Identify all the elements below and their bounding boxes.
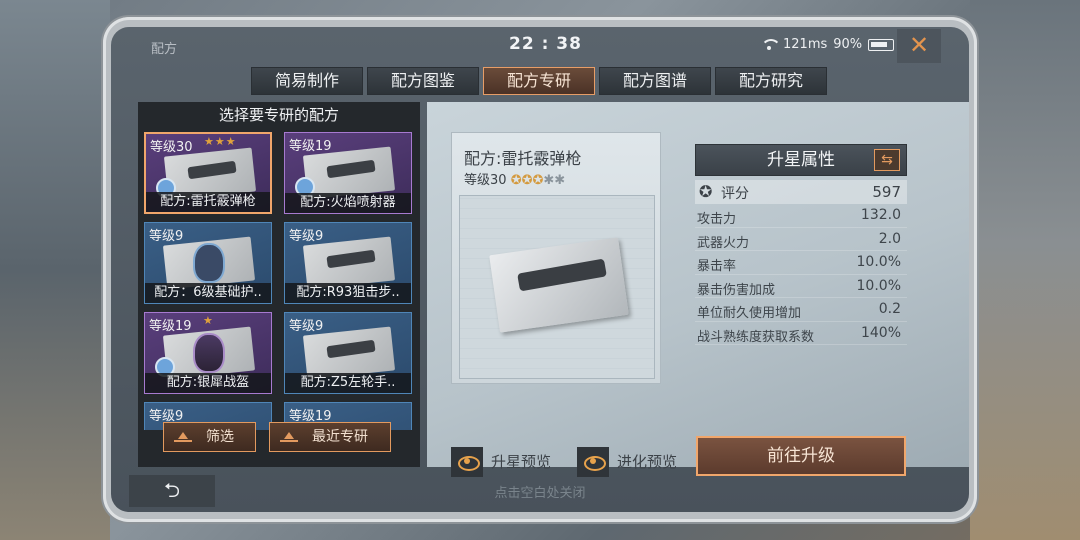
battery-icon — [868, 38, 895, 51]
tab-simple-craft[interactable]: 简易制作 — [251, 67, 363, 95]
background-left — [0, 0, 110, 540]
blueprint-preview — [459, 195, 655, 379]
window-title: 配方 — [151, 42, 178, 57]
recipe-title: 配方:雷托霰弹枪 — [464, 149, 582, 168]
attr-row: 单位耐久使用增加 0.2 — [695, 298, 907, 322]
card-level: 等级9 — [149, 229, 184, 244]
wifi-icon — [761, 38, 781, 51]
recipe-detail-panel: 配方:雷托霰弹枪 等级30 ✪✪✪✱✱ 升星属性 ⇆ ✪ 评分 597 攻击力 1… — [427, 102, 969, 477]
recipe-window: 配方 22 : 38 121ms 90% ✕ 简易制作 配方图鉴 配方专研 配方… — [111, 27, 969, 512]
recipe-card[interactable]: 等级19 ★ 配方:银犀战盔 — [144, 312, 272, 394]
star-attr-header: 升星属性 ⇆ — [695, 144, 907, 176]
evolve-preview-label: 进化预览 — [617, 453, 678, 471]
recipe-list-header: 选择要专研的配方 — [218, 106, 339, 124]
card-name: 配方:火焰喷射器 — [285, 193, 411, 213]
recipe-document: 配方:雷托霰弹枪 等级30 ✪✪✪✱✱ — [451, 132, 661, 384]
status-bar: 配方 22 : 38 121ms 90% ✕ — [111, 27, 969, 63]
go-upgrade-button[interactable]: 前往升级 — [696, 436, 906, 476]
tab-recipe-atlas[interactable]: 配方图谱 — [599, 67, 711, 95]
score-row: ✪ 评分 597 — [695, 180, 907, 204]
star-preview-label: 升星预览 — [491, 453, 552, 471]
tab-recipe-study[interactable]: 配方专研 — [483, 67, 595, 95]
recent-icon — [280, 432, 298, 442]
recipe-card[interactable]: 等级9 配方:Z5左轮手.. — [284, 312, 412, 394]
star-preview-button[interactable]: 升星预览 — [451, 447, 561, 479]
card-name: 配方:R93狙击步.. — [285, 283, 411, 303]
recipe-grid[interactable]: 等级30 ★★★ 配方:雷托霰弹枪 等级19 配方:火焰喷射器 等级9 配方：6… — [144, 130, 418, 430]
clock: 22 : 38 — [509, 34, 582, 54]
eye-icon — [577, 447, 609, 477]
ping-text: 121ms — [783, 37, 828, 52]
attr-row: 武器火力 2.0 — [695, 228, 907, 251]
card-stars: ★★★ — [204, 135, 237, 148]
evolve-preview-button[interactable]: 进化预览 — [577, 447, 687, 479]
score-label: 评分 — [721, 186, 749, 202]
card-level: 等级9 — [289, 229, 324, 244]
recent-study-button[interactable]: 最近专研 — [269, 422, 391, 452]
recipe-card[interactable]: 等级30 ★★★ 配方:雷托霰弹枪 — [144, 132, 272, 214]
close-button[interactable]: ✕ — [897, 29, 941, 63]
tab-recipe-catalog[interactable]: 配方图鉴 — [367, 67, 479, 95]
card-name: 配方:雷托霰弹枪 — [146, 192, 270, 212]
card-name: 配方:Z5左轮手.. — [285, 373, 411, 393]
battery-text: 90% — [833, 37, 863, 52]
empty-stars: ✱✱ — [543, 173, 566, 188]
background-right — [970, 0, 1080, 540]
recipe-level-text: 等级30 — [464, 173, 507, 188]
tab-bar: 简易制作 配方图鉴 配方专研 配方图谱 配方研究 — [251, 67, 827, 95]
score-value: 597 — [872, 183, 901, 201]
recipe-list-panel: 选择要专研的配方 等级30 ★★★ 配方:雷托霰弹枪 等级19 配方:火焰喷射器 — [138, 102, 420, 467]
network-status: 121ms 90% — [761, 37, 895, 52]
star-attributes: 升星属性 ⇆ ✪ 评分 597 攻击力 132.0 武器火力 2.0 暴击率 10.0… — [695, 144, 907, 345]
attr-row: 暴击伤害加成 10.0% — [695, 275, 907, 298]
swap-icon[interactable]: ⇆ — [874, 149, 900, 171]
eye-icon — [451, 447, 483, 477]
tab-recipe-research[interactable]: 配方研究 — [715, 67, 827, 95]
card-name: 配方：6级基础护.. — [145, 283, 271, 303]
armor-icon — [193, 243, 225, 283]
card-name: 配方:银犀战盔 — [145, 373, 271, 393]
attr-row: 攻击力 132.0 — [695, 204, 907, 228]
close-hint: 点击空白处关闭 — [494, 486, 586, 501]
card-level: 等级30 — [150, 140, 193, 155]
recipe-card[interactable]: 等级9 配方:R93狙击步.. — [284, 222, 412, 304]
star-attr-title: 升星属性 — [767, 150, 835, 170]
filled-stars: ✪✪✪ — [510, 173, 544, 188]
card-stars: ★ — [203, 314, 214, 327]
card-level: 等级9 — [289, 319, 324, 334]
filter-icon — [174, 432, 192, 442]
rating-star-icon: ✪ — [699, 182, 713, 201]
recipe-level: 等级30 ✪✪✪✱✱ — [464, 169, 565, 188]
filter-button[interactable]: 筛选 — [163, 422, 256, 452]
recipe-card[interactable]: 等级9 配方：6级基础护.. — [144, 222, 272, 304]
card-level: 等级19 — [149, 319, 192, 334]
recipe-card[interactable]: 等级19 配方:火焰喷射器 — [284, 132, 412, 214]
blueprint-paper — [489, 237, 629, 333]
card-level: 等级19 — [289, 139, 332, 154]
attr-row: 暴击率 10.0% — [695, 251, 907, 275]
attr-row: 战斗熟练度获取系数 140% — [695, 322, 907, 345]
recent-label: 最近专研 — [312, 429, 368, 445]
helmet-icon — [193, 333, 225, 373]
filter-label: 筛选 — [206, 429, 234, 445]
